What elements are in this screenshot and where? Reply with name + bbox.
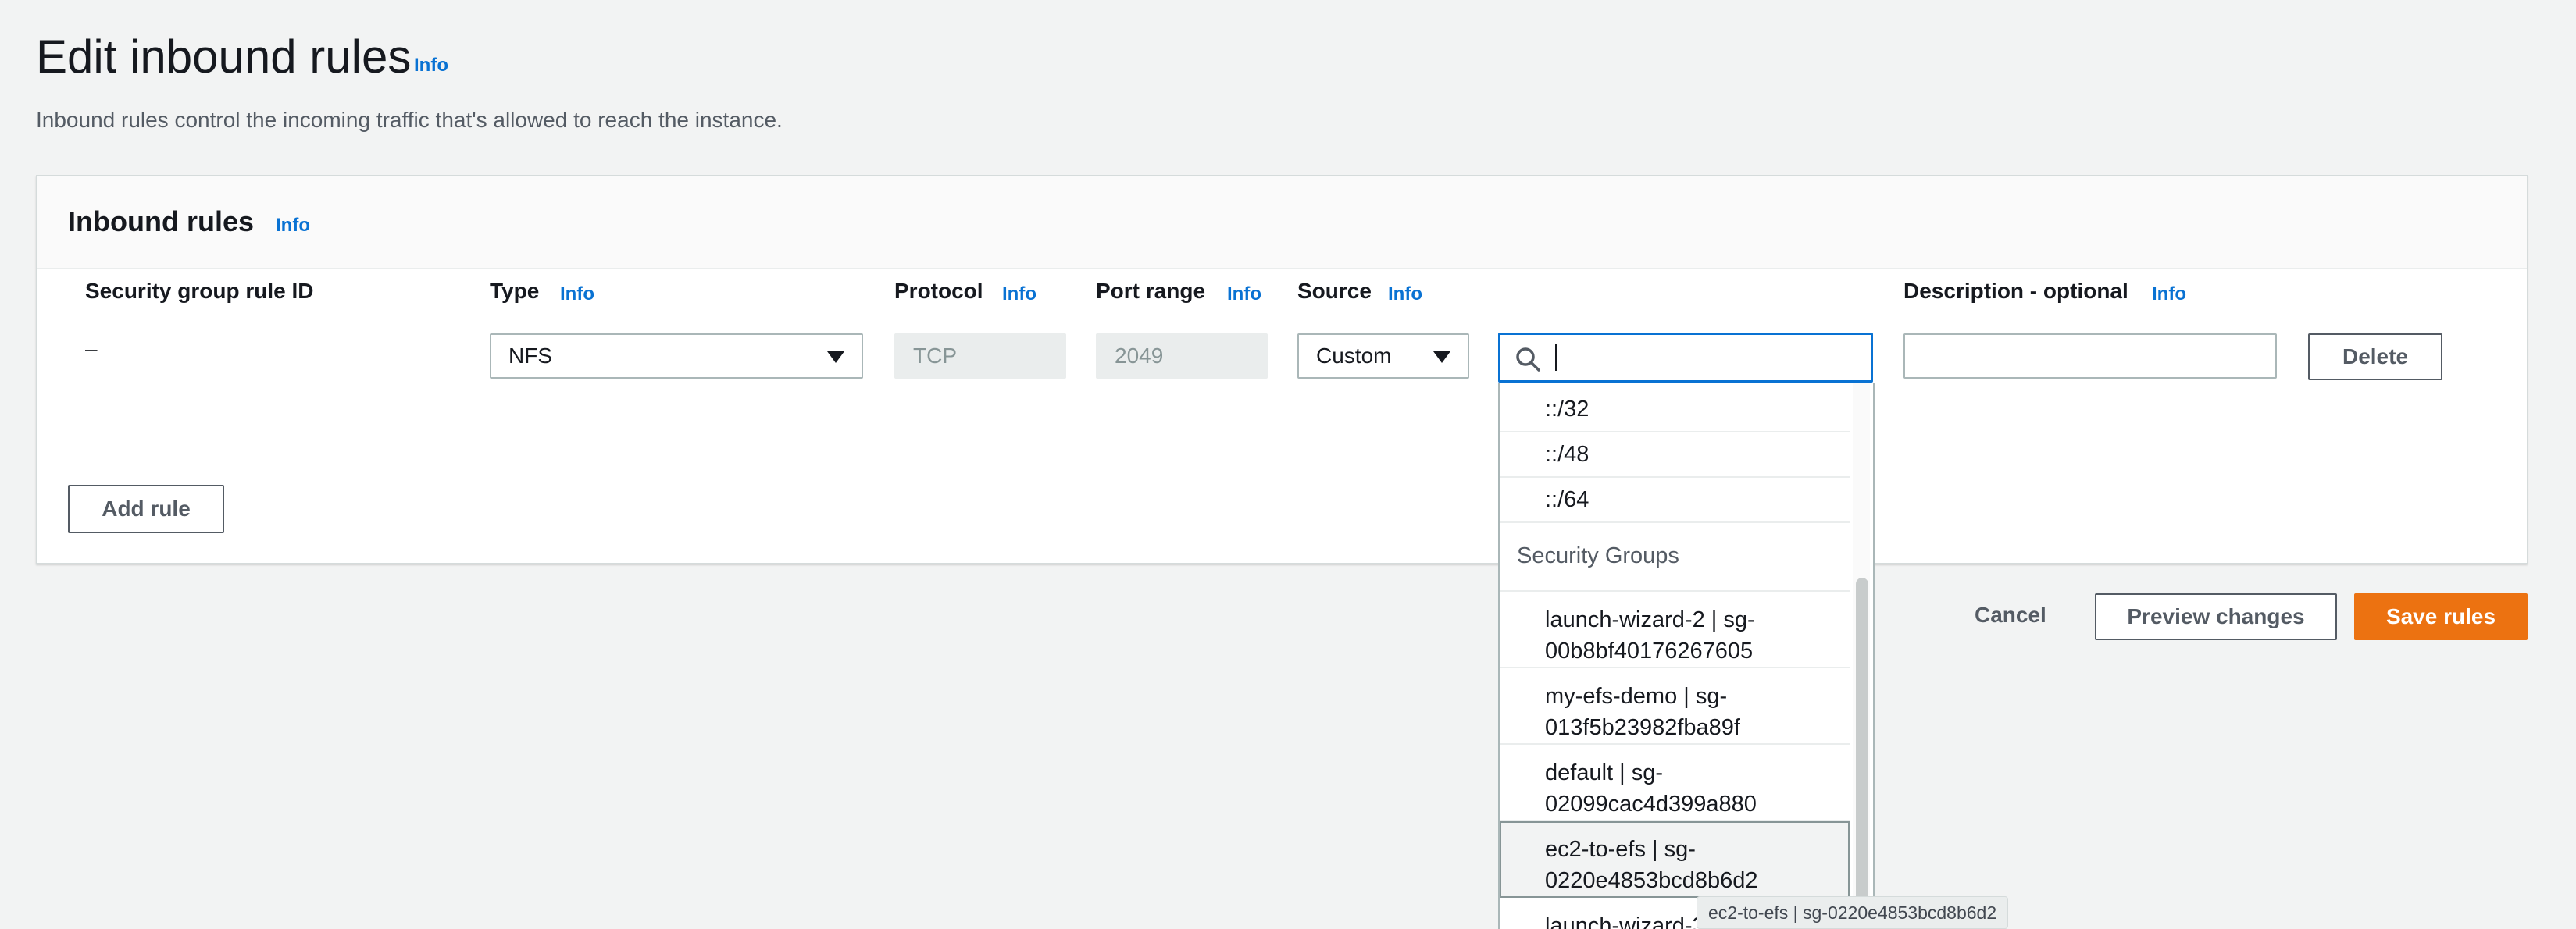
source-dropdown-list[interactable]: ::/32 ::/48 ::/64 Security Groups launch…: [1498, 383, 1875, 929]
chevron-down-icon: [1433, 351, 1450, 363]
inbound-rules-panel: Inbound rules Info Security group rule I…: [36, 175, 2528, 564]
source-info-link[interactable]: Info: [1388, 283, 1422, 305]
dropdown-option-security-group-highlighted[interactable]: ec2-to-efs | sg- 0220e4853bcd8b6d2: [1500, 821, 1850, 898]
source-search-input[interactable]: [1498, 333, 1873, 383]
description-info-link[interactable]: Info: [2152, 283, 2186, 305]
option-tooltip: ec2-to-efs | sg-0220e4853bcd8b6d2: [1697, 896, 2009, 929]
dropdown-option-security-group[interactable]: my-efs-demo | sg- 013f5b23982fba89f: [1500, 668, 1850, 745]
rule-id-value: –: [85, 336, 98, 361]
dropdown-option-security-group[interactable]: default | sg- 02099cac4d399a880: [1500, 745, 1850, 821]
type-select[interactable]: NFS: [490, 333, 863, 379]
dropdown-scrollbar-thumb[interactable]: [1856, 578, 1868, 929]
dropdown-option-cidr[interactable]: ::/32: [1500, 387, 1850, 432]
protocol-value: TCP: [913, 343, 957, 368]
col-rule-id: Security group rule ID: [85, 279, 314, 303]
panel-info-link[interactable]: Info: [276, 215, 310, 237]
port-range-value: 2049: [1115, 343, 1164, 368]
source-type-select[interactable]: Custom: [1297, 333, 1469, 379]
col-type: Type: [490, 279, 540, 303]
save-rules-button[interactable]: Save rules: [2354, 593, 2528, 640]
dropdown-option-cidr[interactable]: ::/48: [1500, 432, 1850, 478]
port-range-field: 2049: [1096, 333, 1268, 379]
dropdown-option-cidr[interactable]: ::/64: [1500, 478, 1850, 523]
panel-header: Inbound rules Info: [37, 176, 2527, 269]
text-cursor: [1555, 344, 1557, 371]
preview-changes-button[interactable]: Preview changes: [2095, 593, 2337, 640]
type-info-link[interactable]: Info: [560, 283, 594, 305]
delete-rule-button[interactable]: Delete: [2308, 333, 2442, 380]
description-input[interactable]: [1903, 333, 2277, 379]
col-protocol: Protocol: [894, 279, 983, 303]
protocol-field: TCP: [894, 333, 1066, 379]
page-description: Inbound rules control the incoming traff…: [36, 108, 783, 132]
search-icon: [1516, 347, 1540, 372]
panel-title: Inbound rules: [68, 205, 254, 237]
dropdown-option-security-group[interactable]: launch-wizard-2 | sg- 00b8bf40176267605: [1500, 592, 1850, 668]
add-rule-button[interactable]: Add rule: [68, 485, 224, 533]
page-title-info-link[interactable]: Info: [414, 55, 448, 77]
protocol-info-link[interactable]: Info: [1002, 283, 1036, 305]
source-type-value: Custom: [1316, 343, 1392, 368]
port-range-info-link[interactable]: Info: [1227, 283, 1261, 305]
security-groups-group-label: Security Groups: [1517, 543, 1679, 568]
col-description: Description - optional: [1903, 279, 2128, 303]
col-source: Source: [1297, 279, 1372, 303]
type-select-value: NFS: [508, 343, 552, 368]
col-port-range: Port range: [1096, 279, 1206, 303]
chevron-down-icon: [827, 351, 844, 363]
page-title: Edit inbound rules: [36, 30, 412, 83]
cancel-button[interactable]: Cancel: [1975, 603, 2046, 628]
